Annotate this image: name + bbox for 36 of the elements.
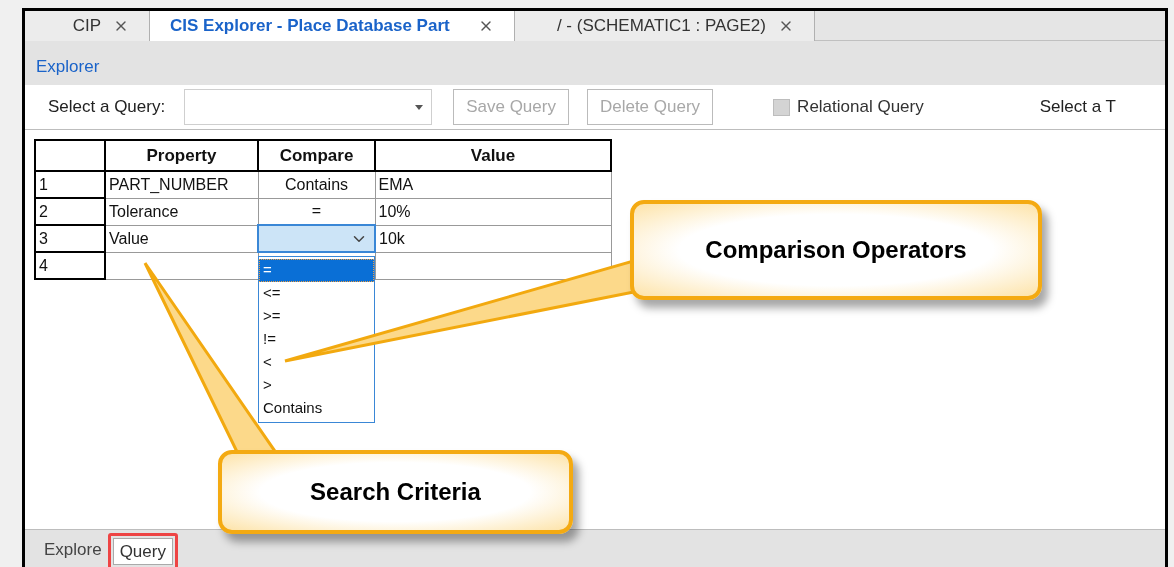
query-label: Select a Query: [48, 96, 166, 119]
table-cell: 10k [375, 225, 611, 252]
corner-header-cell [35, 140, 105, 171]
table-cell: Tolerance [105, 198, 258, 225]
panel-title: Explorer [36, 57, 100, 76]
dropdown-option[interactable]: <= [259, 282, 374, 305]
dropdown-arrow-icon [415, 104, 424, 110]
tab[interactable]: / - (SCHEMATIC1 : PAGE2) [515, 11, 815, 41]
dropdown-option[interactable]: = [259, 259, 374, 282]
row-number: 1 [35, 171, 105, 198]
bottom-tab[interactable]: Query [112, 538, 173, 565]
tab[interactable]: CIP [25, 11, 150, 41]
tab-label: CIP [72, 15, 101, 38]
table-label: Select a T [1039, 96, 1116, 119]
table-cell: PART_NUMBER [105, 171, 258, 198]
row-number: 2 [35, 198, 105, 225]
relational-label: Relational Query [797, 96, 924, 119]
table-cell: Contains [258, 171, 375, 198]
compare-select[interactable] [258, 225, 375, 252]
column-header: Compare [258, 140, 375, 171]
dropdown-option[interactable]: < [259, 351, 374, 374]
dropdown-option[interactable]: > [259, 374, 374, 397]
tab[interactable]: CIS Explorer - Place Database Part [150, 11, 515, 41]
callout-text: Search Criteria [310, 477, 481, 507]
table-cell: EMA [375, 171, 611, 198]
tab-label: CIS Explorer - Place Database Part [170, 15, 450, 38]
dropdown-option[interactable]: Contains [259, 397, 374, 420]
dropdown-option[interactable]: >= [259, 305, 374, 328]
callout-text: Comparison Operators [705, 235, 967, 265]
table-cell: 10% [375, 198, 611, 225]
row-number: 4 [35, 252, 105, 279]
bottom-tab[interactable]: Explore [38, 536, 108, 563]
column-header: Property [105, 140, 258, 171]
tab-label: / - (SCHEMATIC1 : PAGE2) [556, 15, 766, 38]
row-number: 3 [35, 225, 105, 252]
column-header: Value [375, 140, 611, 171]
